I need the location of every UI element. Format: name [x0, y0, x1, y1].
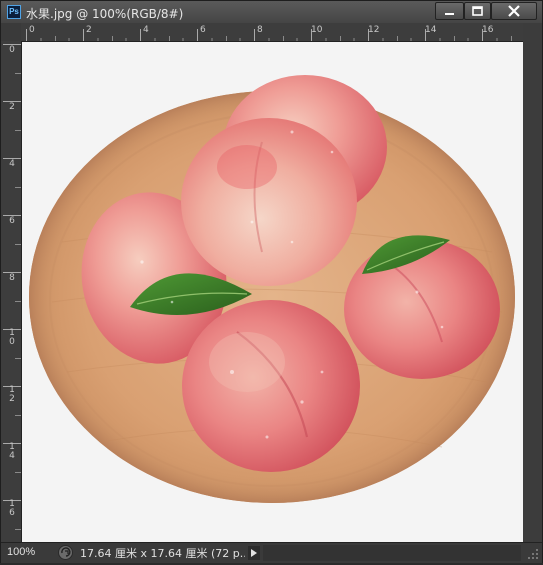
ruler-label: 8: [9, 273, 15, 283]
ruler-label: 4: [143, 25, 149, 35]
maximize-button[interactable]: [464, 2, 491, 20]
peach: [181, 118, 357, 286]
ruler-label: 14: [425, 25, 437, 35]
resize-grip-icon[interactable]: [523, 544, 541, 562]
ruler-label: 2: [86, 25, 92, 35]
status-menu-button[interactable]: [248, 546, 260, 560]
ruler-label: 12: [368, 25, 380, 35]
maximize-icon: [472, 6, 483, 16]
ruler-label: 16: [482, 25, 494, 35]
ruler-label: 1 4: [9, 442, 15, 461]
peach: [344, 239, 500, 379]
peach: [182, 300, 360, 472]
vertical-ruler-ticks: [3, 44, 21, 530]
document-size: 17.64 厘米 x 17.64 厘米 (72 p...: [80, 547, 245, 560]
peaches-photo: [29, 75, 515, 503]
document-title: 水果.jpg @ 100%(RGB/8#): [26, 7, 184, 21]
ruler-label: 6: [9, 216, 15, 226]
zoom-level[interactable]: 100%: [7, 546, 35, 558]
horizontal-ruler-ticks: [26, 29, 512, 41]
close-icon: [508, 5, 520, 17]
document-info-icon[interactable]: [58, 545, 73, 560]
minimize-button[interactable]: [435, 2, 464, 20]
ruler-label: 10: [311, 25, 323, 35]
ruler-label: 1 6: [9, 499, 15, 518]
ruler-label: 4: [9, 159, 15, 169]
vertical-scrollbar[interactable]: [523, 42, 542, 542]
minimize-icon: [445, 13, 454, 15]
ruler-label: 6: [200, 25, 206, 35]
ruler-label: 1 2: [9, 385, 15, 404]
ruler-origin[interactable]: [1, 23, 22, 42]
image-canvas[interactable]: [22, 42, 523, 542]
horizontal-scrollbar[interactable]: [263, 545, 521, 561]
ruler-label: 2: [9, 102, 15, 112]
photoshop-logo-icon: Ps: [7, 5, 21, 19]
ruler-label: 0: [9, 45, 15, 55]
close-button[interactable]: [491, 2, 537, 20]
document-window: Ps 水果.jpg @ 100%(RGB/8#) 0 2 4 6 8 10 12…: [0, 0, 543, 563]
ruler-label: 8: [257, 25, 263, 35]
triangle-right-icon: [251, 549, 257, 557]
status-bar: 100% 17.64 厘米 x 17.64 厘米 (72 p...: [1, 542, 542, 563]
ruler-label: 0: [29, 25, 35, 35]
vertical-ruler[interactable]: 0 2 4 6 8 1 0 1 2 1 4 1 6: [1, 41, 22, 542]
ruler-label: 1 0: [9, 328, 15, 347]
horizontal-ruler[interactable]: 0 2 4 6 8 10 12 14 16: [21, 23, 523, 42]
title-bar[interactable]: Ps 水果.jpg @ 100%(RGB/8#): [1, 1, 542, 23]
